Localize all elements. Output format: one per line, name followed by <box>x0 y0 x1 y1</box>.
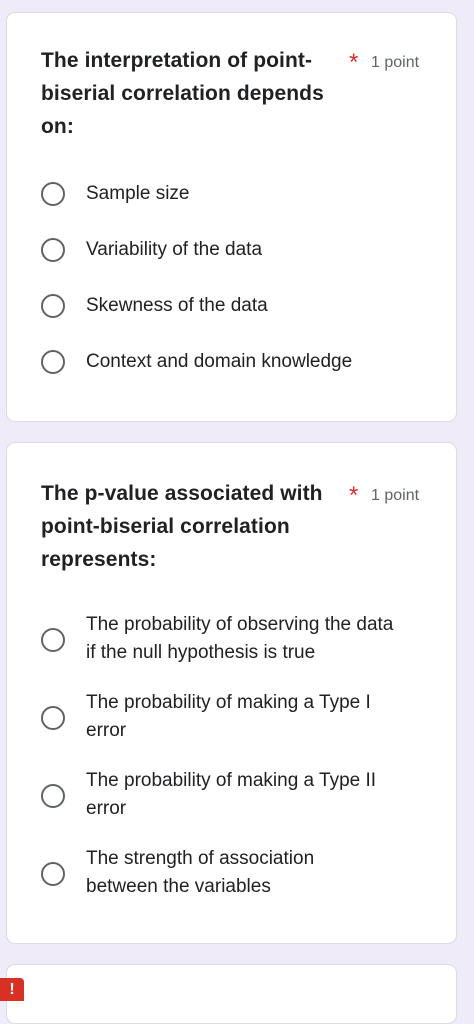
option-variability[interactable]: Variability of the data <box>39 231 449 271</box>
option-label: The probability of making a Type I error <box>86 692 371 741</box>
option-context-domain[interactable]: Context and domain knowledge <box>39 343 449 383</box>
radio-button[interactable] <box>41 238 65 262</box>
option-label: Context and domain knowledge <box>86 351 353 372</box>
option-label: The probability of making a Type II erro… <box>86 770 377 819</box>
option-label: The strength of association between the … <box>86 848 315 897</box>
points-label: 1 point <box>371 487 420 504</box>
question-card-2: The p-value associated with point-biseri… <box>6 442 457 944</box>
points-label: 1 point <box>371 54 420 71</box>
option-skewness[interactable]: Skewness of the data <box>39 287 449 327</box>
radio-button[interactable] <box>41 862 65 886</box>
required-asterisk: * <box>349 49 359 76</box>
option-probability-observing[interactable]: The probability of observing the data if… <box>39 611 449 671</box>
option-label: Skewness of the data <box>86 295 268 316</box>
radio-button[interactable] <box>41 628 65 652</box>
question-card-3 <box>6 964 457 1024</box>
radio-button[interactable] <box>41 294 65 318</box>
question-title: The interpretation of point-biserial cor… <box>41 49 324 138</box>
option-type-i-error[interactable]: The probability of making a Type I error <box>39 689 449 749</box>
option-label: Variability of the data <box>86 239 263 260</box>
error-badge[interactable]: ! <box>0 978 24 1001</box>
radio-button[interactable] <box>41 350 65 374</box>
option-sample-size[interactable]: Sample size <box>39 175 449 215</box>
radio-button[interactable] <box>41 784 65 808</box>
option-strength-association[interactable]: The strength of association between the … <box>39 845 449 905</box>
radio-button[interactable] <box>41 706 65 730</box>
required-asterisk: * <box>349 482 359 509</box>
option-type-ii-error[interactable]: The probability of making a Type II erro… <box>39 767 449 827</box>
option-label: Sample size <box>86 183 190 204</box>
question-card-1: The interpretation of point-biserial cor… <box>6 12 457 422</box>
option-label: The probability of observing the data if… <box>86 614 394 663</box>
question-title: The p-value associated with point-biseri… <box>41 482 323 571</box>
radio-button[interactable] <box>41 182 65 206</box>
